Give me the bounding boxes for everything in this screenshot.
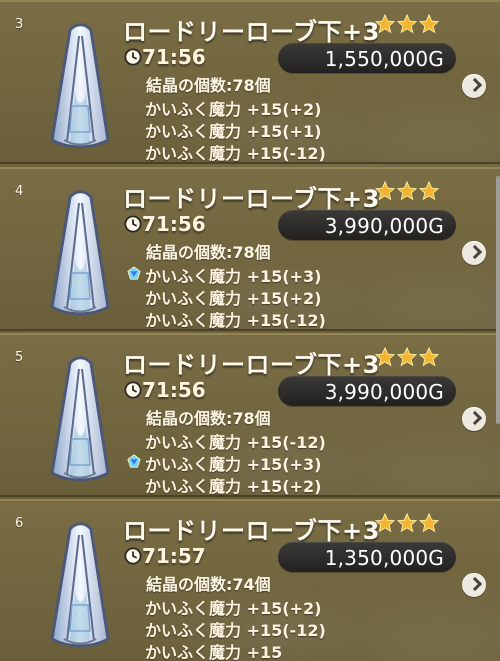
star-icon [397, 14, 417, 34]
item-index: 3 [15, 17, 24, 32]
stat-line: かいふく魔力 +15(+2) [145, 473, 365, 496]
price-value: 3,990,000G [324, 214, 444, 238]
time-text: 71:56 [142, 212, 206, 236]
star-icon [397, 181, 417, 201]
stat-list: かいふく魔力 +15(+2) かいふく魔力 +15(+1) かいふく魔力 +15… [145, 96, 365, 163]
price-badge: 3,990,000G [278, 376, 456, 406]
list-item[interactable]: 3 ロードリーローブ下+3 71:56 1,550,000G 結晶の個数:78個… [0, 0, 500, 164]
stat-text: かいふく魔力 +15(-12) [145, 311, 326, 330]
star-icon [375, 181, 395, 201]
stat-line: かいふく魔力 +15(+2) [145, 595, 365, 618]
clock-icon [124, 381, 142, 399]
star-icon [397, 347, 417, 367]
stat-list: かいふく魔力 +15(+3) かいふく魔力 +15(+2) かいふく魔力 +15… [127, 263, 365, 330]
rating [375, 347, 439, 369]
chevron-right-icon[interactable] [462, 573, 486, 597]
item-name: ロードリーローブ下+3 [123, 18, 380, 46]
chevron-right-icon[interactable] [462, 241, 486, 265]
stat-line: かいふく魔力 +15(-12) [145, 307, 365, 330]
item-name: ロードリーローブ下+3 [123, 517, 380, 545]
item-index: 4 [15, 184, 24, 199]
time-text: 71:56 [142, 378, 206, 402]
clock-icon [124, 48, 142, 66]
stat-text: かいふく魔力 +15(+2) [145, 289, 322, 308]
star-icon [375, 513, 395, 533]
item-index: 5 [15, 350, 24, 365]
stat-list: かいふく魔力 +15(-12) かいふく魔力 +15(+3) かいふく魔力 +1… [127, 429, 365, 496]
price-badge: 3,990,000G [278, 210, 456, 240]
stat-line: かいふく魔力 +15(+3) [127, 451, 365, 474]
rating [375, 14, 439, 36]
price-badge: 1,350,000G [278, 542, 456, 572]
time-text: 71:57 [142, 544, 206, 568]
item-name: ロードリーローブ下+3 [123, 185, 380, 213]
stat-line: かいふく魔力 +15 [145, 639, 365, 661]
stat-text: かいふく魔力 +15 [145, 643, 283, 661]
stat-line: かいふく魔力 +15(+1) [145, 118, 365, 141]
stat-text: かいふく魔力 +15(-12) [145, 144, 326, 163]
stat-text: かいふく魔力 +15(+2) [145, 477, 322, 496]
crystal-count: 結晶の個数:78個 [146, 76, 271, 95]
list-item[interactable]: 4 ロードリーローブ下+3 71:56 3,990,000G 結晶の個数:78個… [0, 167, 500, 331]
rating [375, 181, 439, 203]
stat-line: かいふく魔力 +15(-12) [145, 429, 365, 452]
time-text: 71:56 [142, 45, 206, 69]
stat-text: かいふく魔力 +15(+3) [145, 455, 322, 474]
stat-line: かいふく魔力 +15(+2) [145, 96, 365, 119]
rating [375, 513, 439, 535]
crystal-count: 結晶の個数:78個 [146, 243, 271, 262]
crystal-count: 結晶の個数:78個 [146, 409, 271, 428]
star-icon [419, 181, 439, 201]
price-badge: 1,550,000G [278, 43, 456, 73]
time-remaining: 71:56 [124, 45, 264, 70]
star-icon [375, 347, 395, 367]
gem-icon [127, 454, 141, 468]
time-remaining: 71:56 [124, 212, 264, 237]
time-remaining: 71:57 [124, 544, 264, 569]
robe-icon [50, 356, 110, 482]
gem-icon [127, 266, 141, 280]
chevron-right-icon[interactable] [462, 407, 486, 431]
item-list: 3 ロードリーローブ下+3 71:56 1,550,000G 結晶の個数:78個… [0, 0, 500, 661]
stat-line: かいふく魔力 +15(-12) [145, 140, 365, 163]
stat-list: かいふく魔力 +15(+2) かいふく魔力 +15(-12) かいふく魔力 +1… [145, 595, 365, 661]
clock-icon [124, 547, 142, 565]
robe-icon [50, 522, 110, 648]
star-icon [419, 14, 439, 34]
scrollbar[interactable] [496, 176, 500, 424]
list-item[interactable]: 6 ロードリーローブ下+3 71:57 1,350,000G 結晶の個数:74個… [0, 499, 500, 661]
star-icon [419, 347, 439, 367]
price-value: 3,990,000G [324, 380, 444, 404]
item-name: ロードリーローブ下+3 [123, 351, 380, 379]
crystal-count: 結晶の個数:74個 [146, 575, 271, 594]
robe-icon [50, 23, 110, 149]
list-item[interactable]: 5 ロードリーローブ下+3 71:56 3,990,000G 結晶の個数:78個… [0, 333, 500, 497]
stat-text: かいふく魔力 +15(+2) [145, 599, 322, 618]
price-value: 1,350,000G [324, 546, 444, 570]
time-remaining: 71:56 [124, 378, 264, 403]
stat-text: かいふく魔力 +15(-12) [145, 433, 326, 452]
stat-text: かいふく魔力 +15(-12) [145, 621, 326, 640]
clock-icon [124, 215, 142, 233]
stat-text: かいふく魔力 +15(+2) [145, 100, 322, 119]
stat-text: かいふく魔力 +15(+3) [145, 267, 322, 286]
stat-text: かいふく魔力 +15(+1) [145, 122, 322, 141]
robe-icon [50, 190, 110, 316]
star-icon [419, 513, 439, 533]
item-index: 6 [15, 516, 24, 531]
price-value: 1,550,000G [324, 47, 444, 71]
star-icon [375, 14, 395, 34]
stat-line: かいふく魔力 +15(-12) [145, 617, 365, 640]
stat-line: かいふく魔力 +15(+2) [145, 285, 365, 308]
star-icon [397, 513, 417, 533]
stat-line: かいふく魔力 +15(+3) [127, 263, 365, 286]
chevron-right-icon[interactable] [462, 74, 486, 98]
